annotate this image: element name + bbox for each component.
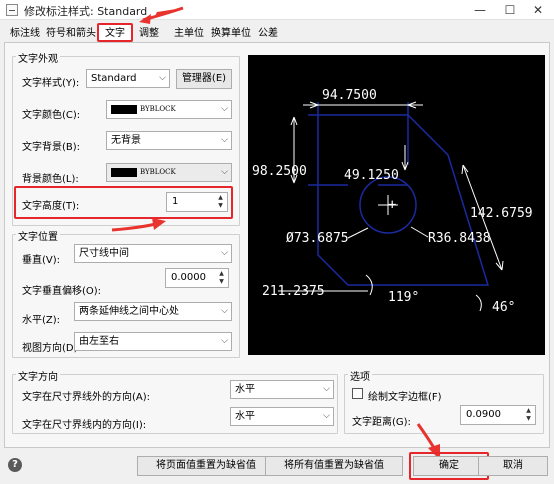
text-appearance-label: 文字外观 bbox=[16, 50, 60, 65]
dim-bottom-text: 211.2375 bbox=[262, 284, 325, 299]
horizontal-select[interactable]: 两条延伸线之间中心处 ⌵ bbox=[74, 302, 232, 321]
vertical-offset-label: 文字垂直偏移(O): bbox=[22, 286, 102, 297]
close-button[interactable]: ✕ bbox=[524, 0, 552, 20]
dim-top-text: 94.7500 bbox=[322, 88, 377, 103]
center-mark-icon: + bbox=[388, 197, 396, 213]
annotation-arrow-tab bbox=[139, 6, 184, 24]
text-position-label: 文字位置 bbox=[16, 228, 60, 243]
tab-symbols-arrows[interactable]: 符号和箭头 bbox=[46, 26, 96, 41]
tab-text[interactable]: 文字 bbox=[97, 23, 133, 42]
text-background-select[interactable]: 无背景 ⌵ bbox=[106, 131, 232, 150]
text-color-select[interactable]: BYBLOCK ⌵ bbox=[106, 100, 232, 119]
spin-up-icon[interactable]: ▲ bbox=[523, 407, 534, 415]
chevron-down-icon: ⌵ bbox=[323, 411, 330, 421]
chevron-down-icon: ⌵ bbox=[221, 104, 228, 114]
horizontal-label: 水平(Z): bbox=[22, 315, 61, 326]
dimension-preview: 94.7500 98.2500 49.1250 142.6759 + Ø73.6… bbox=[248, 55, 545, 355]
ok-button[interactable]: 确定 bbox=[413, 456, 485, 476]
chevron-down-icon: ⌵ bbox=[221, 167, 228, 177]
spin-up-icon[interactable]: ▲ bbox=[215, 194, 226, 202]
spin-down-icon[interactable]: ▼ bbox=[215, 202, 226, 210]
tab-tolerances[interactable]: 公差 bbox=[258, 26, 278, 41]
text-style-label: 文字样式(Y): bbox=[22, 78, 80, 89]
vertical-offset-value: 0.0000 bbox=[171, 272, 206, 283]
style-manager-button[interactable]: 管理器(E) bbox=[176, 69, 232, 89]
color-swatch bbox=[111, 168, 137, 177]
spin-down-icon[interactable]: ▼ bbox=[216, 278, 227, 286]
text-direction-label: 文字方向 bbox=[16, 368, 60, 383]
dim-left-text: 98.2500 bbox=[252, 164, 307, 179]
inside-direction-value: 水平 bbox=[235, 411, 255, 422]
background-color-select[interactable]: BYBLOCK ⌵ bbox=[106, 163, 232, 182]
tab-bar: 标注线 符号和箭头 文字 调整 主单位 换算单位 公差 bbox=[0, 22, 554, 42]
maximize-button[interactable]: ☐ bbox=[496, 0, 524, 20]
options-label: 选项 bbox=[348, 368, 372, 383]
reset-page-button[interactable]: 将页面值重置为缺省值 bbox=[137, 456, 275, 476]
text-height-input[interactable]: 1 ▲ ▼ bbox=[166, 192, 228, 212]
chevron-down-icon: ⌵ bbox=[221, 135, 228, 145]
text-color-label: 文字颜色(C): bbox=[22, 110, 81, 121]
chevron-down-icon: ⌵ bbox=[221, 306, 228, 316]
horizontal-value: 两条延伸线之间中心处 bbox=[79, 306, 179, 317]
text-height-label: 文字高度(T): bbox=[22, 201, 80, 212]
text-color-value: BYBLOCK bbox=[140, 105, 176, 113]
text-style-value: Standard bbox=[91, 73, 137, 84]
chevron-down-icon: ⌵ bbox=[323, 384, 330, 394]
tab-dimension-lines[interactable]: 标注线 bbox=[10, 26, 40, 41]
text-distance-value: 0.0900 bbox=[466, 409, 501, 420]
inside-direction-label: 文字在尺寸界线内的方向(I): bbox=[22, 420, 147, 431]
chevron-down-icon: ⌵ bbox=[221, 336, 228, 346]
text-style-select[interactable]: Standard ⌵ bbox=[86, 69, 170, 88]
tab-fit[interactable]: 调整 bbox=[139, 26, 159, 41]
tab-alternate-units[interactable]: 换算单位 bbox=[211, 26, 251, 41]
vertical-offset-input[interactable]: 0.0000 ▲ ▼ bbox=[165, 268, 229, 288]
spin-up-icon[interactable]: ▲ bbox=[216, 270, 227, 278]
angle-right-text: 46° bbox=[492, 300, 515, 315]
view-direction-value: 由左至右 bbox=[79, 336, 119, 347]
dim-inner-text: 49.1250 bbox=[344, 168, 399, 183]
dim-right-text: 142.6759 bbox=[470, 206, 533, 221]
title-bar: 修改标注样式: Standard — ☐ ✕ bbox=[0, 0, 554, 20]
text-background-value: 无背景 bbox=[111, 135, 141, 146]
dim-radius-text: R36.8438 bbox=[428, 231, 491, 246]
reset-all-button[interactable]: 将所有值重置为缺省值 bbox=[265, 456, 403, 476]
inside-direction-select[interactable]: 水平 ⌵ bbox=[230, 407, 334, 426]
text-distance-input[interactable]: 0.0900 ▲ ▼ bbox=[460, 405, 536, 425]
vertical-select[interactable]: 尺寸线中间 ⌵ bbox=[74, 244, 232, 263]
text-distance-label: 文字距离(G): bbox=[352, 417, 411, 428]
dim-diameter-text: Ø73.6875 bbox=[286, 231, 349, 246]
vertical-value: 尺寸线中间 bbox=[79, 248, 129, 259]
text-background-label: 文字背景(B): bbox=[22, 142, 81, 153]
view-direction-label: 视图方向(D): bbox=[22, 343, 81, 354]
draw-frame-label: 绘制文字边框(F) bbox=[368, 392, 442, 403]
window-title: 修改标注样式: Standard bbox=[24, 5, 148, 18]
tab-primary-units[interactable]: 主单位 bbox=[174, 26, 204, 41]
cancel-button[interactable]: 取消 bbox=[478, 456, 548, 476]
angle-left-text: 119° bbox=[388, 290, 419, 305]
outside-direction-label: 文字在尺寸界线外的方向(A): bbox=[22, 392, 151, 403]
chevron-down-icon: ⌵ bbox=[159, 73, 166, 83]
preview-drawing: 94.7500 98.2500 49.1250 142.6759 + Ø73.6… bbox=[252, 88, 533, 315]
color-swatch bbox=[111, 105, 137, 114]
background-color-value: BYBLOCK bbox=[140, 168, 176, 176]
draw-frame-checkbox[interactable] bbox=[352, 388, 363, 399]
outside-direction-value: 水平 bbox=[235, 384, 255, 395]
text-height-value: 1 bbox=[172, 196, 179, 207]
vertical-label: 垂直(V): bbox=[22, 255, 61, 266]
minimize-button[interactable]: — bbox=[466, 0, 494, 20]
background-color-label: 背景颜色(L): bbox=[22, 174, 79, 185]
view-direction-select[interactable]: 由左至右 ⌵ bbox=[74, 332, 232, 351]
outside-direction-select[interactable]: 水平 ⌵ bbox=[230, 380, 334, 399]
chevron-down-icon: ⌵ bbox=[221, 248, 228, 258]
app-icon bbox=[6, 4, 18, 16]
help-icon[interactable]: ? bbox=[8, 458, 22, 472]
spin-down-icon[interactable]: ▼ bbox=[523, 415, 534, 423]
